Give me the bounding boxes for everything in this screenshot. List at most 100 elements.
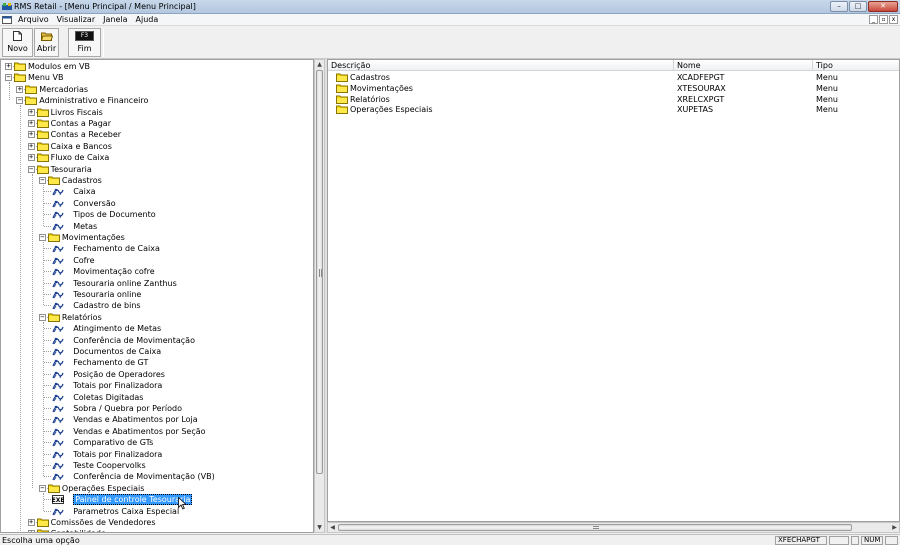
tree-item-label[interactable]: Modulos em VB: [28, 61, 90, 72]
tree-scroll-thumb[interactable]: [316, 70, 323, 474]
column-header-tipo[interactable]: Tipo: [813, 60, 899, 71]
expand-icon[interactable]: +: [5, 63, 12, 70]
tree-item[interactable]: Cadastro de bins: [1, 300, 313, 311]
maximize-button[interactable]: □: [849, 1, 867, 12]
tree-item[interactable]: − Relatórios: [1, 312, 313, 323]
scroll-right-arrow-icon[interactable]: ▶: [890, 523, 899, 532]
tree-item-label[interactable]: Contas a Pagar: [51, 118, 111, 129]
tree-item[interactable]: Teste Coopervolks: [1, 460, 313, 471]
tree-item[interactable]: Conversão: [1, 198, 313, 209]
menu-ajuda[interactable]: Ajuda: [136, 15, 159, 24]
tree-item-label[interactable]: Posição de Operadores: [73, 369, 165, 380]
tree-item[interactable]: Fechamento de GT: [1, 357, 313, 368]
expand-icon[interactable]: +: [27, 530, 35, 532]
tree-item-label[interactable]: Tesouraria online Zanthus: [73, 278, 177, 289]
tree-item-label[interactable]: Tesouraria online: [73, 289, 141, 300]
tree-item[interactable]: Fechamento de Caixa: [1, 243, 313, 254]
tree-item[interactable]: Atingimento de Metas: [1, 323, 313, 334]
list-row[interactable]: Cadastros XCADFEPGT Menu: [328, 72, 899, 83]
tree-item[interactable]: Conferência de Movimentação (VB): [1, 471, 313, 482]
tree-item-label[interactable]: Cadastros: [62, 175, 102, 186]
open-button[interactable]: Abrir: [34, 28, 59, 57]
list-row[interactable]: Relatórios XRELCXPGT Menu: [328, 94, 899, 105]
tree-item-label[interactable]: Conversão: [73, 198, 115, 209]
tree-item-label[interactable]: Administrativo e Financeiro: [39, 95, 148, 106]
column-header-nome[interactable]: Nome: [674, 60, 813, 71]
tree-item-label[interactable]: Caixa: [73, 186, 95, 197]
menu-visualizar[interactable]: Visualizar: [57, 15, 96, 24]
tree-item[interactable]: Conferência de Movimentação: [1, 335, 313, 346]
column-header-descricao[interactable]: Descrição: [328, 60, 674, 71]
tree-item[interactable]: + Comissões de Vendedores: [1, 517, 313, 528]
tree-item-label[interactable]: Tipos de Documento: [73, 209, 155, 220]
tree-item-label[interactable]: Movimentações: [62, 232, 125, 243]
menu-list-view[interactable]: Descrição Nome Tipo Cadastros XCADFEPGT Me…: [327, 59, 900, 522]
tree-item-label[interactable]: Mercadorias: [39, 84, 88, 95]
list-horizontal-scrollbar[interactable]: ◀ ▶: [327, 522, 900, 533]
collapse-icon[interactable]: −: [27, 165, 35, 173]
scroll-up-arrow-icon[interactable]: ▲: [315, 60, 324, 69]
mdi-minimize-button[interactable]: _: [869, 15, 878, 24]
tree-item-label[interactable]: Tesouraria: [51, 164, 92, 175]
tree-item[interactable]: Vendas e Abatimentos por Loja: [1, 414, 313, 425]
tree-item[interactable]: − Tesouraria: [1, 164, 313, 175]
tree-item-label[interactable]: Parametros Caixa Especial: [73, 506, 179, 517]
tree-item[interactable]: − Menu VB: [1, 72, 313, 83]
tree-item-label[interactable]: Comparativo de GTs: [73, 437, 153, 448]
tree-item-label[interactable]: Comissões de Vendedores: [51, 517, 156, 528]
tree-item-label[interactable]: Movimentação cofre: [73, 266, 154, 277]
list-scroll-thumb[interactable]: [338, 524, 852, 531]
expand-icon[interactable]: +: [27, 154, 35, 162]
tree-item-label[interactable]: Totais por Finalizadora: [73, 380, 162, 391]
tree-item-label[interactable]: Fluxo de Caixa: [51, 152, 110, 163]
list-row[interactable]: Movimentações XTESOURAX Menu: [328, 83, 899, 94]
collapse-icon[interactable]: −: [38, 234, 46, 241]
menu-janela[interactable]: Janela: [103, 15, 127, 24]
collapse-icon[interactable]: −: [38, 313, 46, 321]
tree-item[interactable]: Movimentação cofre: [1, 266, 313, 277]
tree-item-label[interactable]: Livros Fiscais: [51, 107, 103, 118]
tree-item-label[interactable]: Cofre: [73, 255, 94, 266]
tree-item[interactable]: Totais por Finalizadora: [1, 380, 313, 391]
tree-item[interactable]: + Livros Fiscais: [1, 107, 313, 118]
tree-item[interactable]: + Modulos em VB: [1, 61, 313, 72]
tree-item-label[interactable]: Vendas e Abatimentos por Seção: [73, 426, 205, 437]
close-button[interactable]: ✕: [868, 1, 898, 12]
tree-item-label[interactable]: Relatórios: [62, 312, 102, 323]
tree-item[interactable]: Metas: [1, 221, 313, 232]
tree-item[interactable]: − Movimentações: [1, 232, 313, 243]
tree-item[interactable]: Vendas e Abatimentos por Seção: [1, 426, 313, 437]
tree-item[interactable]: Documentos de Caixa: [1, 346, 313, 357]
tree-item[interactable]: Comparativo de GTs: [1, 437, 313, 448]
tree-item[interactable]: − Administrativo e Financeiro: [1, 95, 313, 106]
tree-item[interactable]: + Caixa e Bancos: [1, 141, 313, 152]
tree-item[interactable]: Caixa: [1, 186, 313, 197]
tree-item-label[interactable]: Teste Coopervolks: [73, 460, 146, 471]
tree-item-label[interactable]: Sobra / Quebra por Período: [73, 403, 182, 414]
tree-item[interactable]: + Contabilidade: [1, 528, 313, 532]
tree-item[interactable]: Tesouraria online Zanthus: [1, 278, 313, 289]
tree-item-label[interactable]: Conferência de Movimentação (VB): [73, 471, 215, 482]
expand-icon[interactable]: +: [16, 85, 24, 93]
tree-item-label[interactable]: Metas: [73, 221, 97, 232]
scroll-down-arrow-icon[interactable]: ▼: [315, 523, 324, 532]
tree-item[interactable]: Cofre: [1, 255, 313, 266]
tree-item[interactable]: Totais por Finalizadora: [1, 449, 313, 460]
tree-item-label[interactable]: Documentos de Caixa: [73, 346, 161, 357]
expand-icon[interactable]: +: [27, 108, 35, 116]
tree-item-label[interactable]: Cadastro de bins: [73, 300, 140, 311]
menu-tree[interactable]: + Modulos em VB − Menu VB + Mercadorias − Admin…: [0, 59, 314, 533]
tree-item-label[interactable]: Painel de controle Tesouraria: [73, 494, 193, 506]
tree-item-label[interactable]: Menu VB: [28, 72, 63, 83]
expand-icon[interactable]: +: [27, 142, 35, 150]
tree-item[interactable]: Tesouraria online: [1, 289, 313, 300]
tree-item[interactable]: + Mercadorias: [1, 84, 313, 95]
tree-item[interactable]: + Fluxo de Caixa: [1, 152, 313, 163]
tree-vertical-scrollbar[interactable]: ▲ ▼: [314, 59, 325, 533]
tree-item[interactable]: − Cadastros: [1, 175, 313, 186]
expand-icon[interactable]: +: [27, 519, 35, 526]
mdi-restore-button[interactable]: ▫: [879, 15, 888, 24]
tree-item[interactable]: − Operações Especiais: [1, 483, 313, 494]
tree-item-label[interactable]: Conferência de Movimentação: [73, 335, 195, 346]
expand-icon[interactable]: +: [27, 120, 35, 127]
